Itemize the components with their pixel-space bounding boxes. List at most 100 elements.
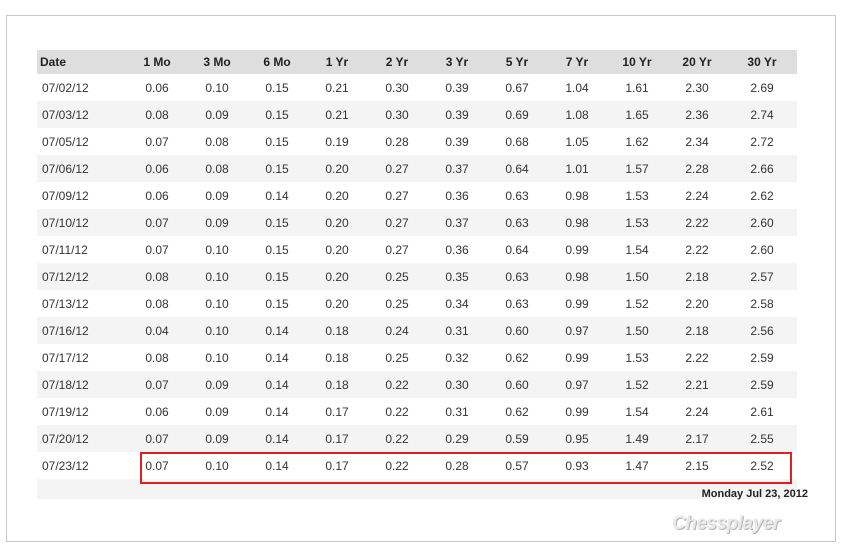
rate-cell: 2.18: [667, 263, 727, 290]
rate-cell: 0.27: [385, 242, 409, 257]
rate-cell: 0.09: [187, 425, 247, 452]
watermark-logo: Chessplayer: [672, 513, 780, 534]
rate-cell: 0.10: [205, 242, 229, 257]
rate-cell: 1.49: [607, 425, 667, 452]
rate-cell: 0.20: [325, 242, 349, 257]
column-header-5-yr: 5 Yr: [487, 50, 547, 74]
rate-cell: 0.08: [127, 263, 187, 290]
rate-cell: 1.47: [625, 458, 649, 473]
rate-cell: 0.36: [445, 188, 469, 203]
rate-cell: 2.59: [727, 371, 797, 398]
rate-cell: 0.08: [205, 134, 229, 149]
rate-cell: 2.58: [750, 296, 774, 311]
rate-cell: 0.21: [325, 80, 349, 95]
table-row: 07/05/12 0.07 0.08 0.15 0.19 0.28 0.39 0.68 1.05…: [37, 128, 797, 155]
rate-cell: 2.30: [685, 80, 709, 95]
rate-cell: 0.25: [385, 350, 409, 365]
rate-cell: 1.50: [607, 317, 667, 344]
rate-cell: 0.18: [325, 350, 349, 365]
rate-cell: 2.34: [685, 134, 709, 149]
column-header-2-yr: 2 Yr: [367, 50, 427, 74]
table-row: 07/09/12 0.06 0.09 0.14 0.20 0.27 0.36 0.63 0.98…: [37, 182, 797, 209]
column-header-3-yr: 3 Yr: [427, 50, 487, 74]
rate-cell: 0.07: [127, 371, 187, 398]
rate-cell: 0.19: [325, 134, 349, 149]
rate-cell: 0.07: [127, 209, 187, 236]
rate-cell: 2.22: [685, 242, 709, 257]
table-row: 07/10/12 0.07 0.09 0.15 0.20 0.27 0.37 0.63 0.98…: [37, 209, 797, 236]
rate-cell: 0.06: [145, 80, 169, 95]
rate-cell: 0.15: [247, 209, 307, 236]
row-date-cell: 07/12/12: [37, 263, 127, 290]
rate-cell: 0.06: [145, 188, 169, 203]
rate-cell: 0.14: [265, 458, 289, 473]
rate-cell: 0.09: [205, 188, 229, 203]
rate-cell: 0.14: [265, 350, 289, 365]
rate-cell: 0.29: [427, 425, 487, 452]
table-row: 07/03/12 0.08 0.09 0.15 0.21 0.30 0.39 0.69 1.08…: [37, 101, 797, 128]
row-date-cell: 07/20/12: [37, 425, 127, 452]
rate-cell: 2.22: [667, 209, 727, 236]
column-header-3-mo: 3 Mo: [187, 50, 247, 74]
rate-cell: 0.22: [367, 371, 427, 398]
rate-cell: 0.20: [307, 263, 367, 290]
rate-cell: 0.68: [505, 134, 529, 149]
rate-cell: 0.32: [445, 350, 469, 365]
rate-cell: 0.62: [505, 404, 529, 419]
rate-cell: 0.18: [307, 317, 367, 344]
rate-cell: 0.37: [427, 209, 487, 236]
rate-cell: 1.52: [625, 296, 649, 311]
rate-cell: 1.05: [565, 134, 589, 149]
rate-cell: 2.21: [667, 371, 727, 398]
rate-cell: 2.59: [750, 350, 774, 365]
row-date-cell: 07/10/12: [37, 209, 127, 236]
rate-cell: 0.30: [367, 101, 427, 128]
rate-cell: 0.06: [127, 155, 187, 182]
table-footer-cell: [37, 479, 797, 499]
rate-cell: 0.30: [385, 80, 409, 95]
rate-cell: 0.10: [187, 263, 247, 290]
rate-cell: 0.22: [385, 458, 409, 473]
table-row: 07/13/12 0.08 0.10 0.15 0.20 0.25 0.34 0.63 0.99…: [37, 290, 797, 317]
rate-cell: 0.10: [205, 458, 229, 473]
rate-cell: 0.07: [145, 134, 169, 149]
table-body: 07/02/12 0.06 0.10 0.15 0.21 0.30 0.39 0.67 1.04…: [37, 74, 797, 499]
table-row: 07/18/12 0.07 0.09 0.14 0.18 0.22 0.30 0.60 0.97…: [37, 371, 797, 398]
rate-cell: 2.61: [750, 404, 774, 419]
rate-cell: 0.09: [205, 404, 229, 419]
date-stamp: Monday Jul 23, 2012: [701, 488, 808, 500]
rate-cell: 0.99: [565, 404, 589, 419]
table-row: 07/06/12 0.06 0.08 0.15 0.20 0.27 0.37 0.64 1.01…: [37, 155, 797, 182]
rate-cell: 0.27: [367, 155, 427, 182]
table-row: 07/02/12 0.06 0.10 0.15 0.21 0.30 0.39 0.67 1.04…: [37, 74, 797, 101]
rate-cell: 0.25: [367, 263, 427, 290]
column-header-1-yr: 1 Yr: [307, 50, 367, 74]
rate-cell: 0.15: [247, 101, 307, 128]
row-date-cell: 07/18/12: [37, 371, 127, 398]
rate-cell: 0.09: [187, 209, 247, 236]
rate-cell: 0.39: [445, 80, 469, 95]
table-row: 07/20/12 0.07 0.09 0.14 0.17 0.22 0.29 0.59 0.95…: [37, 425, 797, 452]
rate-cell: 0.98: [547, 263, 607, 290]
rate-cell: 0.27: [367, 209, 427, 236]
rate-cell: 0.62: [505, 350, 529, 365]
rate-cell: 0.15: [265, 80, 289, 95]
row-date-cell: 07/05/12: [42, 134, 89, 149]
column-header-20-yr: 20 Yr: [667, 50, 727, 74]
treasury-rates-table: Date 1 Mo 3 Mo 6 Mo 1 Yr 2 Yr 3 Yr 5 Yr 7 Yr 10 Y…: [37, 50, 797, 499]
rate-cell: 1.53: [607, 209, 667, 236]
rate-cell: 0.20: [307, 209, 367, 236]
rate-cell: 1.04: [565, 80, 589, 95]
rate-cell: 0.99: [565, 242, 589, 257]
table-header-row: Date 1 Mo 3 Mo 6 Mo 1 Yr 2 Yr 3 Yr 5 Yr 7 Yr 10 Y…: [37, 50, 797, 74]
rate-cell: 0.07: [145, 242, 169, 257]
column-header-10-yr: 10 Yr: [607, 50, 667, 74]
rate-cell: 2.24: [685, 188, 709, 203]
rate-cell: 1.53: [625, 188, 649, 203]
column-header-6-mo: 6 Mo: [247, 50, 307, 74]
rate-cell: 0.08: [145, 350, 169, 365]
rate-cell: 2.52: [750, 458, 774, 473]
rate-cell: 2.69: [750, 80, 774, 95]
rate-cell: 0.99: [565, 350, 589, 365]
rate-cell: 0.98: [565, 188, 589, 203]
